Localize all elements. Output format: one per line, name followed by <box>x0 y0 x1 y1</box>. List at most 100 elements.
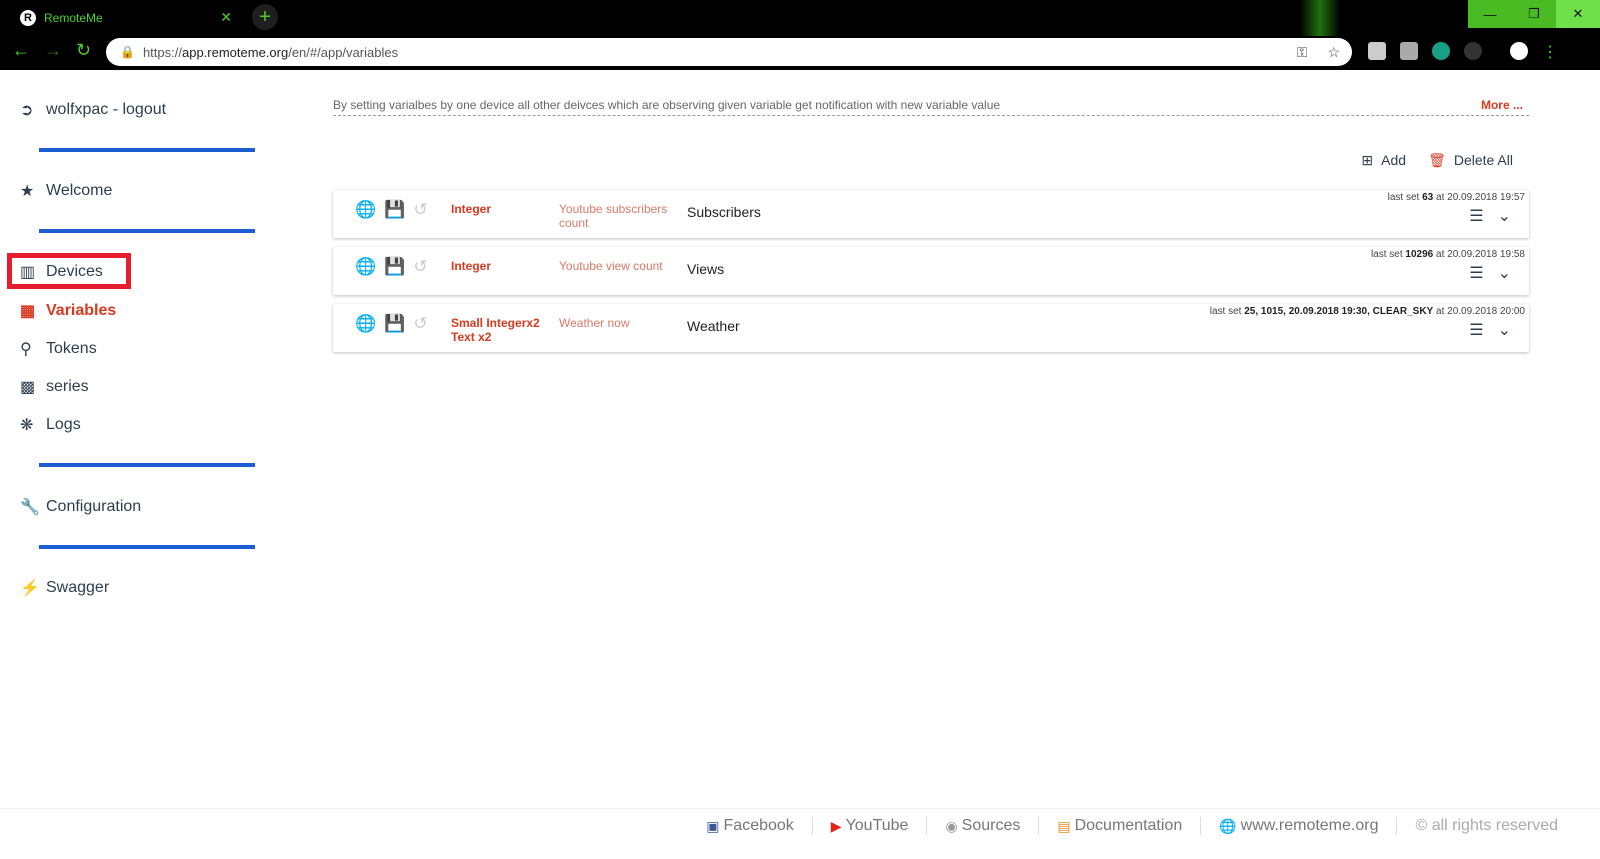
sidebar-item-label: series <box>46 378 89 395</box>
bug-icon: ❋ <box>20 417 34 434</box>
last-set-value: 63 <box>1422 192 1434 203</box>
footer-separator <box>811 817 813 835</box>
sidebar-item-logs[interactable]: ❋ Logs <box>20 415 81 435</box>
trash-icon: 🗑 <box>1428 152 1446 168</box>
url-host: app.remoteme.org <box>181 44 289 60</box>
footer-separator <box>926 817 928 835</box>
browser-tab[interactable]: R RemoteMe ✕ <box>8 4 242 32</box>
footer-separator <box>1038 817 1040 835</box>
variable-row[interactable]: 🌐 💾 ↺ Integer Youtube view count Views l… <box>333 247 1529 295</box>
extension-cart-icon[interactable] <box>1432 42 1450 60</box>
variable-description: Weather now <box>559 316 630 330</box>
variable-type: Small Integerx2 Text x2 <box>451 316 540 344</box>
delete-all-button[interactable]: 🗑 Delete All <box>1428 152 1513 169</box>
history-icon[interactable]: ↺ <box>413 314 427 334</box>
footer-link-facebook[interactable]: ▣ Facebook <box>706 817 794 835</box>
sidebar-item-series[interactable]: ▩ series <box>20 377 89 397</box>
variable-name: Weather <box>687 318 740 334</box>
variables-actions: ⊞ Add 🗑 Delete All <box>1361 152 1513 169</box>
chevron-down-icon[interactable]: ⌄ <box>1498 206 1511 226</box>
sidebar-separator <box>39 229 255 233</box>
chevron-down-icon[interactable]: ⌄ <box>1498 263 1511 283</box>
chart-icon: ▩ <box>20 379 36 396</box>
sidebar-separator <box>39 148 255 152</box>
facebook-icon: ▣ <box>706 817 720 834</box>
footer-link-documentation[interactable]: ▤ Documentation <box>1057 817 1182 835</box>
variable-name: Subscribers <box>687 204 761 220</box>
menu-dots-icon[interactable]: ⋮ <box>1542 42 1558 61</box>
key-icon: ⚲ <box>20 341 32 358</box>
remoteme-favicon-icon: R <box>20 10 36 26</box>
tab-close-icon[interactable]: ✕ <box>220 9 232 26</box>
sidebar-item-variables[interactable]: ▦ Variables <box>20 301 116 321</box>
footer-separator <box>1396 817 1398 835</box>
extension-tb-icon[interactable] <box>1400 42 1418 60</box>
last-set-prefix: last set <box>1209 306 1242 317</box>
menu-icon[interactable]: ☰ <box>1469 263 1483 283</box>
menu-icon[interactable]: ☰ <box>1469 320 1483 340</box>
sidebar-item-swagger[interactable]: ⚡ Swagger <box>20 578 109 598</box>
variable-description: Youtube view count <box>559 259 663 273</box>
last-set-time: at 20.09.2018 19:57 <box>1436 192 1525 203</box>
forward-arrow-icon[interactable]: → <box>44 40 62 61</box>
globe-icon[interactable]: 🌐 <box>355 200 376 220</box>
add-button[interactable]: ⊞ Add <box>1361 152 1406 169</box>
close-window-button[interactable]: ✕ <box>1556 0 1600 28</box>
chevron-down-icon[interactable]: ⌄ <box>1498 320 1511 340</box>
globe-icon[interactable]: 🌐 <box>355 314 376 334</box>
globe-icon[interactable]: 🌐 <box>355 257 376 277</box>
last-set-time: at 20.09.2018 20:00 <box>1436 306 1525 317</box>
footer-link-sources[interactable]: ◉ Sources <box>945 817 1020 835</box>
sidebar-item-logout[interactable]: ➲ wolfxpac - logout <box>20 100 166 120</box>
add-label: Add <box>1381 152 1407 168</box>
variables-icon: ▦ <box>20 303 36 320</box>
key-icon[interactable]: ⚿ <box>1297 44 1308 61</box>
youtube-icon: ▶ <box>830 817 842 834</box>
sidebar-item-label: Logs <box>46 416 81 433</box>
logout-icon: ➲ <box>20 102 34 119</box>
variable-row[interactable]: 🌐 💾 ↺ Integer Youtube subscribers count … <box>333 190 1529 238</box>
footer-separator <box>1200 817 1202 835</box>
extension-cube-icon[interactable] <box>1368 42 1386 60</box>
reload-icon[interactable]: ↻ <box>76 40 91 61</box>
sidebar-item-tokens[interactable]: ⚲ Tokens <box>20 339 97 359</box>
variable-row[interactable]: 🌐 💾 ↺ Small Integerx2 Text x2 Weather no… <box>333 304 1529 352</box>
last-set-prefix: last set <box>1387 192 1420 203</box>
sidebar-separator <box>39 545 255 549</box>
history-icon[interactable]: ↺ <box>413 200 427 220</box>
menu-icon[interactable]: ☰ <box>1469 206 1483 226</box>
devices-highlight-box <box>7 253 131 289</box>
footer-link-label: www.remoteme.org <box>1240 817 1379 834</box>
bookmark-star-icon[interactable]: ☆ <box>1327 44 1340 61</box>
profile-avatar-icon[interactable] <box>1510 42 1528 60</box>
extension-blocked-icon[interactable] <box>1464 42 1482 60</box>
variable-name: Views <box>687 261 725 277</box>
sidebar-item-welcome[interactable]: ★ Welcome <box>20 181 112 201</box>
extension-icons: ⋮ <box>1368 42 1558 61</box>
footer-link-label: Facebook <box>723 817 794 834</box>
sidebar-item-configuration[interactable]: 🔧 Configuration <box>20 497 141 517</box>
history-icon[interactable]: ↺ <box>413 257 427 277</box>
sidebar-item-label: Swagger <box>46 579 110 596</box>
address-bar[interactable]: 🔒 https://app.remoteme.org/en/#/app/vari… <box>106 38 1352 66</box>
footer-link-website[interactable]: 🌐 www.remoteme.org <box>1219 817 1378 835</box>
save-icon[interactable]: 💾 <box>384 314 405 334</box>
variable-description: Youtube subscribers count <box>559 202 668 230</box>
back-arrow-icon[interactable]: ← <box>12 40 30 61</box>
more-link[interactable]: More ... <box>1481 98 1523 112</box>
last-set-info: last set 10296 at 20.09.2018 19:58 <box>1371 249 1525 260</box>
save-icon[interactable]: 💾 <box>384 257 405 277</box>
last-set-time: at 20.09.2018 19:58 <box>1436 249 1525 260</box>
restore-button[interactable]: ❐ <box>1512 0 1556 28</box>
url-prefix: https:// <box>142 44 182 60</box>
footer-link-youtube[interactable]: ▶ YouTube <box>831 817 909 835</box>
minimize-button[interactable]: — <box>1468 0 1512 28</box>
variables-description: By setting varialbes by one device all o… <box>333 98 1529 116</box>
footer-link-label: Sources <box>961 817 1021 834</box>
new-tab-button[interactable]: + <box>252 4 278 30</box>
tab-title: RemoteMe <box>44 11 103 25</box>
delete-all-label: Delete All <box>1453 152 1513 168</box>
save-icon[interactable]: 💾 <box>384 200 405 220</box>
sidebar-item-label: Variables <box>46 302 117 319</box>
variable-type: Integer <box>451 259 492 273</box>
